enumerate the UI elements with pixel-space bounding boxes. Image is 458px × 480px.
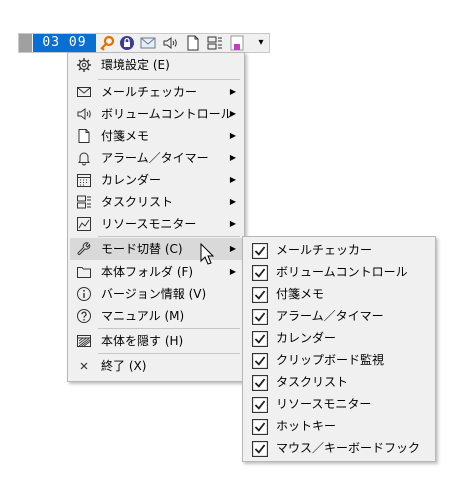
submenu-item[interactable]: リソースモニター [245,393,433,415]
menu-item[interactable]: 終了 (X) [70,355,242,377]
submenu-item[interactable]: ホットキー [245,415,433,437]
folder-icon [76,264,92,280]
menu-item[interactable]: バージョン情報 (V) [70,283,242,305]
menu-item-label: モード切替 (C) [101,242,183,256]
menu-item-label: 付箋メモ [101,129,150,143]
menu-item[interactable]: メールチェッカー ▶ [70,81,242,103]
menu-item-label: 本体フォルダ (F) [101,265,194,279]
gear-icon [76,57,92,73]
context-menu: 環境設定 (E) メールチェッカー ▶ ボリュームコントロール ▶ 付箋メモ ▶ アラーム／タ… [67,52,245,382]
submenu-arrow-icon: ▶ [229,244,236,253]
submenu-arrow-icon: ▶ [229,131,236,140]
speaker-icon[interactable] [162,35,178,51]
menu-item-label: メールチェッカー [101,85,198,99]
menu-item-label: マニュアル (M) [101,309,185,323]
checkbox-checked-icon[interactable] [252,287,268,303]
tasklist-icon [76,194,92,210]
menu-item[interactable]: マニュアル (M) [70,305,242,327]
submenu-arrow-icon: ▶ [229,197,236,206]
menu-separator [98,328,240,329]
menu-item-label: 環境設定 (E) [101,58,170,72]
menu-item[interactable]: 本体を隠す (H) [70,330,242,352]
menu-item[interactable]: カレンダー ▶ [70,169,242,191]
menu-item[interactable]: リソースモニター ▶ [70,213,242,235]
submenu-item[interactable]: クリップボード監視 [245,349,433,371]
submenu-item-label: ボリュームコントロール [276,265,408,279]
speaker-icon [76,106,92,122]
chevron-down-icon[interactable]: ▾ [253,35,269,51]
mini-toolbar: 03 09 ▾ [18,33,270,53]
menu-item[interactable]: 環境設定 (E) [70,54,242,76]
mode-submenu: メールチェッカーボリュームコントロール 付箋メモアラーム／タイマー カレンダークリッ… [242,236,436,462]
toolbar-grip[interactable] [19,34,32,52]
submenu-arrow-icon: ▶ [229,87,236,96]
info-icon [76,286,92,302]
submenu-arrow-icon: ▶ [229,109,236,118]
checkbox-checked-icon[interactable] [252,353,268,369]
checkbox-checked-icon[interactable] [252,265,268,281]
close-icon [76,358,92,374]
checkbox-checked-icon[interactable] [252,397,268,413]
menu-item[interactable]: アラーム／タイマー ▶ [70,147,242,169]
menu-item[interactable]: タスクリスト ▶ [70,191,242,213]
mail-icon[interactable] [140,35,156,51]
menu-item[interactable]: モード切替 (C) ▶ [70,238,242,260]
submenu-item[interactable]: メールチェッカー [245,239,433,261]
menu-item[interactable]: 付箋メモ ▶ [70,125,242,147]
menu-item-label: 終了 (X) [101,359,147,373]
menu-item-label: バージョン情報 (V) [101,287,207,301]
memo-icon [76,128,92,144]
lock-icon[interactable] [119,35,135,51]
wrench-icon [76,241,92,257]
checkbox-checked-icon[interactable] [252,331,268,347]
submenu-item-label: アラーム／タイマー [276,309,384,323]
submenu-item-label: マウス／キーボードフック [276,441,421,455]
submenu-item[interactable]: 付箋メモ [245,283,433,305]
mail-icon [76,84,92,100]
chart-icon [76,216,92,232]
menu-separator [98,236,240,237]
checkbox-checked-icon[interactable] [252,419,268,435]
menu-separator [98,353,240,354]
mouse-cursor-icon [200,242,216,267]
clock-display[interactable]: 03 09 [33,34,96,52]
submenu-item-label: 付箋メモ [276,287,325,301]
submenu-item[interactable]: タスクリスト [245,371,433,393]
submenu-arrow-icon: ▶ [229,153,236,162]
menu-item[interactable]: 本体フォルダ (F) ▶ [70,261,242,283]
menu-item-label: カレンダー [101,173,162,187]
checkbox-checked-icon[interactable] [252,243,268,259]
checkbox-checked-icon[interactable] [252,441,268,457]
checkbox-checked-icon[interactable] [252,309,268,325]
menu-item-label: リソースモニター [101,217,197,231]
checkbox-checked-icon[interactable] [252,375,268,391]
submenu-arrow-icon: ▶ [229,175,236,184]
color-swatch-icon[interactable] [229,35,245,51]
menu-item[interactable]: ボリュームコントロール ▶ [70,103,242,125]
help-icon [76,308,92,324]
menu-item-label: 本体を隠す (H) [101,334,184,348]
submenu-item[interactable]: アラーム／タイマー [245,305,433,327]
submenu-item-label: メールチェッカー [276,243,373,257]
hide-icon [76,333,92,349]
submenu-item[interactable]: カレンダー [245,327,433,349]
menu-separator [98,79,240,80]
key-icon[interactable] [99,35,115,51]
submenu-item-label: リソースモニター [276,397,372,411]
calendar-icon [76,172,92,188]
submenu-item-label: タスクリスト [276,375,349,389]
menu-item-label: ボリュームコントロール [101,107,233,121]
memo-icon[interactable] [185,35,201,51]
menu-item-label: アラーム／タイマー [101,151,209,165]
submenu-item[interactable]: マウス／キーボードフック [245,437,433,459]
submenu-item-label: ホットキー [276,419,337,433]
submenu-arrow-icon: ▶ [229,267,236,276]
bell-icon [76,150,92,166]
tasklist-icon[interactable] [207,35,223,51]
submenu-item-label: クリップボード監視 [276,353,385,367]
menu-item-label: タスクリスト [101,195,174,209]
submenu-item[interactable]: ボリュームコントロール [245,261,433,283]
submenu-item-label: カレンダー [276,331,337,345]
submenu-arrow-icon: ▶ [229,219,236,228]
